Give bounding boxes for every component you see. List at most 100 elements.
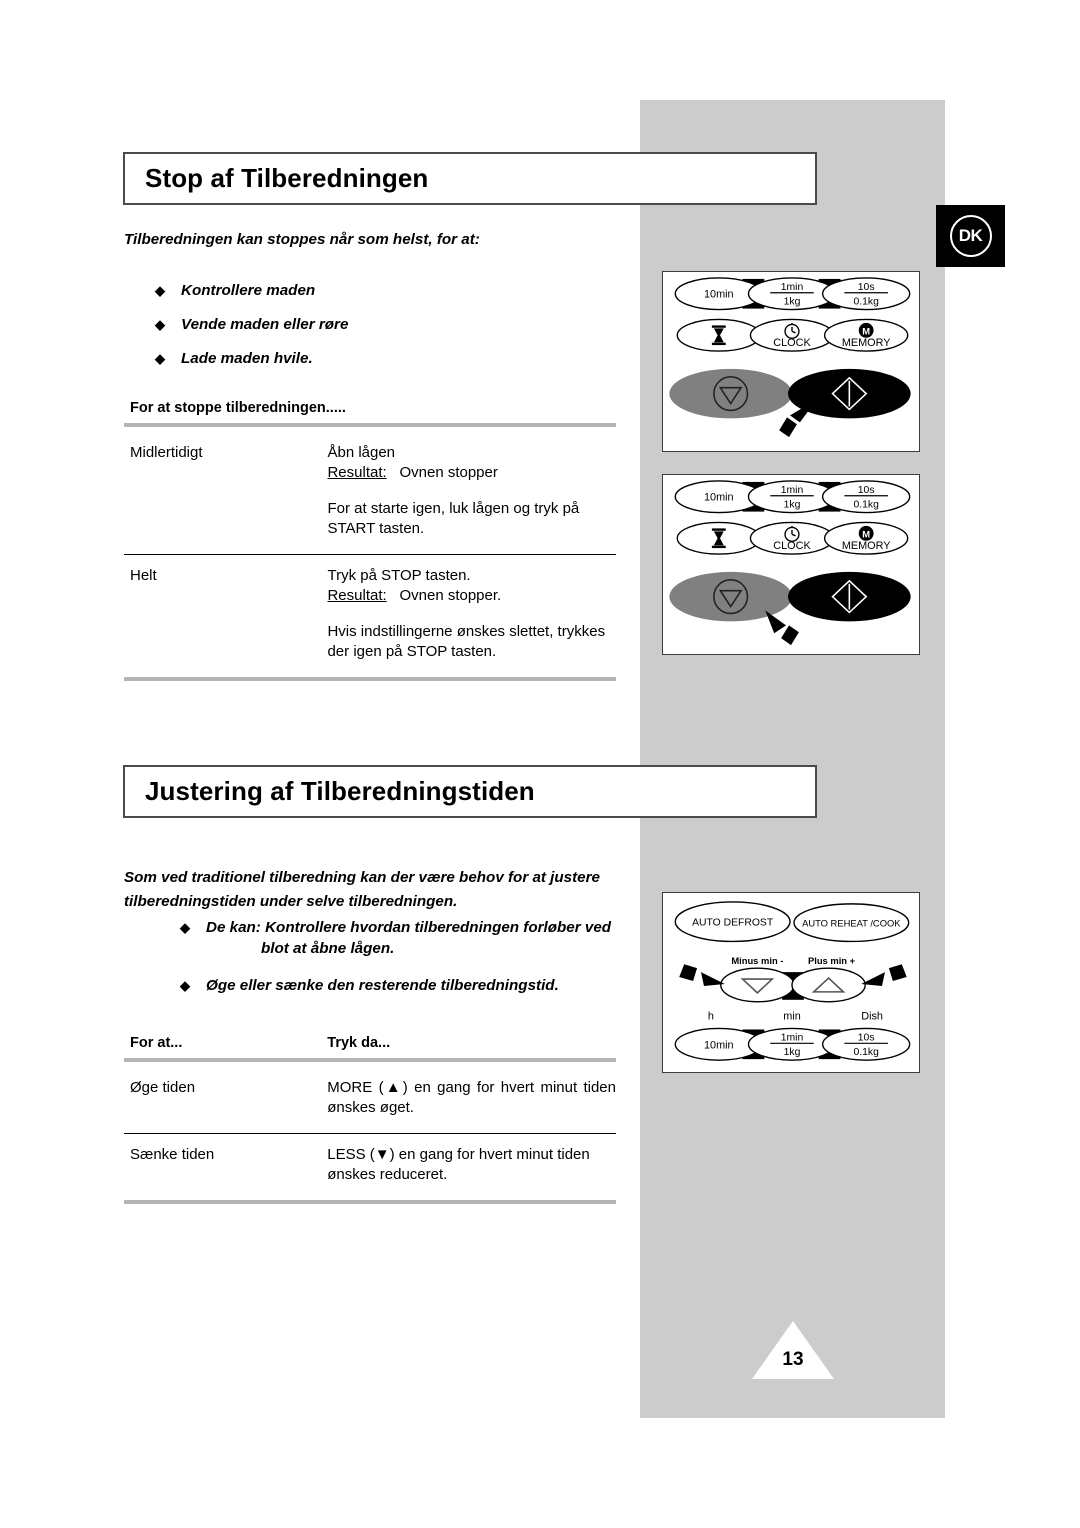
key-dish-label: Dish bbox=[861, 1011, 883, 1023]
table-cell-action: LESS (▼) en gang for hvert minut tiden ø… bbox=[321, 1133, 616, 1202]
table-row: Helt Tryk på STOP tasten. Resultat: Ovnen… bbox=[124, 554, 616, 679]
list-item: ◆ Kontrollere maden bbox=[155, 280, 625, 301]
bullet-list-adjust: ◆ De kan: Kontrollere hvordan tilberedni… bbox=[180, 917, 650, 1012]
key-01kg-label: 0.1kg bbox=[853, 500, 879, 511]
page-number-label: 13 bbox=[782, 1349, 804, 1370]
pointer-arrow-icon bbox=[765, 610, 799, 646]
list-item-continuation: blot at åbne lågen. bbox=[261, 940, 395, 957]
key-10min-label: 10min bbox=[704, 1039, 734, 1051]
key-minus-label: Minus min - bbox=[731, 955, 783, 966]
key-10s-label: 10s bbox=[858, 282, 875, 293]
table-bottom-rule bbox=[124, 1200, 616, 1209]
control-panel-figure-1: 10min 1min 1kg 10s 0.1kg CLOCK M MEMORY bbox=[662, 271, 920, 452]
table-column-header-2: Tryk da... bbox=[321, 1027, 616, 1061]
key-memory-label: MEMORY bbox=[842, 540, 891, 552]
table-cell-label: Øge tiden bbox=[130, 1079, 196, 1096]
table-top-rule bbox=[124, 423, 616, 432]
table-top-rule bbox=[124, 1058, 616, 1067]
table-cell-action: MORE (▲) en gang for hvert minut tiden ø… bbox=[327, 1079, 616, 1116]
key-10s-label: 10s bbox=[858, 485, 875, 496]
key-memory-label: MEMORY bbox=[842, 337, 891, 349]
result-label: Resultat: bbox=[327, 586, 387, 604]
table-header-row: For at stoppe tilberedningen..... bbox=[124, 392, 616, 426]
key-auto-defrost-label: AUTO DEFROST bbox=[692, 918, 774, 929]
memory-icon: M bbox=[858, 322, 874, 338]
page-number: 13 bbox=[752, 1321, 834, 1379]
key-1kg-label: 1kg bbox=[784, 1047, 801, 1058]
svg-text:M: M bbox=[862, 325, 870, 336]
key-minus bbox=[720, 967, 795, 1003]
result-text: Ovnen stopper bbox=[399, 463, 498, 481]
diamond-bullet-icon: ◆ bbox=[155, 351, 165, 366]
page-title-stop: Stop af Tilberedningen bbox=[145, 163, 429, 193]
key-01kg-label: 0.1kg bbox=[853, 297, 879, 308]
list-item: ◆ Vende maden eller røre bbox=[155, 314, 625, 335]
key-1min-label: 1min bbox=[781, 485, 804, 496]
bullet-list-stop: ◆ Kontrollere maden ◆ Vende maden eller rø… bbox=[155, 280, 625, 382]
intro-text-adjust: Som ved traditionel tilberedning kan der… bbox=[124, 869, 600, 910]
table-bottom-rule bbox=[124, 677, 616, 686]
key-plus bbox=[791, 967, 866, 1003]
memory-icon: M bbox=[858, 525, 874, 541]
key-min-label: min bbox=[783, 1011, 801, 1023]
intro-text-stop: Tilberedningen kan stoppes når som helst… bbox=[124, 231, 480, 248]
table-cell-detail: Tryk på STOP tasten. Resultat: Ovnen stop… bbox=[321, 554, 616, 679]
key-01kg-label: 0.1kg bbox=[853, 1047, 879, 1058]
table-column-header-1: For at... bbox=[124, 1027, 322, 1061]
list-item-label: De kan: Kontrollere hvordan tilberedning… bbox=[206, 919, 612, 936]
key-10s-label: 10s bbox=[858, 1032, 875, 1043]
svg-text:M: M bbox=[862, 528, 870, 539]
page-title-adjust: Justering af Tilberedningstiden bbox=[145, 776, 535, 806]
language-badge: DK bbox=[936, 205, 1005, 267]
table-cell-label: Helt bbox=[124, 554, 322, 679]
list-item-label: Øge eller sænke den resterende tilberedn… bbox=[206, 977, 559, 994]
list-item: ◆ Lade maden hvile. bbox=[155, 348, 625, 369]
section-header-adjust: Justering af Tilberedningstiden bbox=[123, 765, 817, 818]
table-cell-label: Midlertidigt bbox=[130, 444, 203, 461]
key-clock-label: CLOCK bbox=[773, 540, 811, 552]
diamond-bullet-icon: ◆ bbox=[180, 978, 190, 993]
language-badge-label: DK bbox=[949, 215, 992, 257]
detail-extra: Hvis indstillingerne ønskes slettet, try… bbox=[327, 623, 606, 660]
control-panel-figure-3: AUTO DEFROST AUTO REHEAT /COOK Minus min… bbox=[662, 892, 920, 1073]
diamond-bullet-icon: ◆ bbox=[155, 283, 165, 298]
diamond-bullet-icon: ◆ bbox=[180, 920, 190, 935]
key-plus-label: Plus min + bbox=[808, 955, 856, 966]
table-row: Sænke tiden LESS (▼) en gang for hvert m… bbox=[124, 1133, 616, 1202]
result-label: Resultat: bbox=[327, 463, 387, 481]
control-panel-figure-2: 10min 1min 1kg 10s 0.1kg CLOCK M MEMORY bbox=[662, 474, 920, 655]
key-1kg-label: 1kg bbox=[784, 500, 801, 511]
pointer-arrow-right-icon bbox=[861, 964, 907, 986]
stop-button bbox=[669, 368, 792, 419]
section-header-stop: Stop af Tilberedningen bbox=[123, 152, 817, 205]
key-1min-label: 1min bbox=[781, 282, 804, 293]
detail-line-1: Åbn lågen bbox=[327, 444, 396, 461]
table-cell-label: Sænke tiden bbox=[124, 1133, 322, 1202]
detail-line-1: Tryk på STOP tasten. bbox=[327, 567, 471, 584]
list-item-label: Vende maden eller røre bbox=[181, 316, 349, 333]
table-row: Midlertidigt Åbn lågen Resultat: Ovnen st… bbox=[124, 432, 616, 555]
list-item: ◆ Øge eller sænke den resterende tilbere… bbox=[180, 975, 650, 996]
pointer-arrow-left-icon bbox=[679, 964, 725, 986]
table-adjust-time: For at... Tryk da... Øge tiden MORE (▲) … bbox=[124, 1027, 616, 1209]
table-stop-cooking: For at stoppe tilberedningen..... Midler… bbox=[124, 392, 616, 686]
table-header-row: For at... Tryk da... bbox=[124, 1027, 616, 1061]
table-cell-detail: Åbn lågen Resultat: Ovnen stopper For at … bbox=[321, 432, 616, 555]
list-item-label: Kontrollere maden bbox=[181, 282, 316, 299]
key-10min-label: 10min bbox=[704, 492, 734, 504]
key-clock-label: CLOCK bbox=[773, 337, 811, 349]
list-item-label: Lade maden hvile. bbox=[181, 350, 313, 367]
table-row: Øge tiden MORE (▲) en gang for hvert min… bbox=[124, 1067, 616, 1134]
list-item: ◆ De kan: Kontrollere hvordan tilberedni… bbox=[180, 917, 650, 959]
key-10min-label: 10min bbox=[704, 289, 734, 301]
key-1kg-label: 1kg bbox=[784, 297, 801, 308]
key-1min-label: 1min bbox=[781, 1032, 804, 1043]
key-auto-reheat-label: AUTO REHEAT /COOK bbox=[802, 918, 901, 929]
key-h-label: h bbox=[708, 1011, 714, 1023]
start-button bbox=[788, 571, 911, 622]
table-column-header-1: For at stoppe tilberedningen..... bbox=[124, 392, 616, 426]
result-text: Ovnen stopper. bbox=[399, 586, 502, 604]
detail-extra: For at starte igen, luk lågen og tryk på… bbox=[327, 500, 580, 537]
